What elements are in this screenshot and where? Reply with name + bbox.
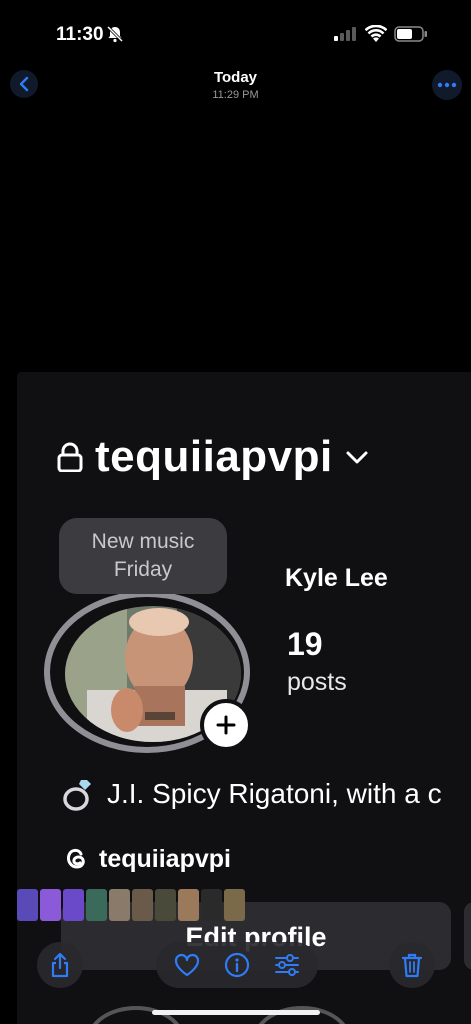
sticker [109,889,130,921]
threads-link[interactable]: tequiiapvpi [61,844,231,874]
ring-icon [63,780,91,811]
sticker [224,889,245,921]
add-story-button[interactable] [200,699,252,751]
threads-icon [67,848,85,869]
sticker [17,889,38,921]
wifi-icon [365,25,387,42]
username-row: tequiiapvpi [57,432,369,482]
display-name: Kyle Lee [285,564,388,592]
adjust-icon[interactable] [274,953,300,977]
battery-icon [394,26,427,42]
sticker [201,889,222,921]
bell-slash-icon [106,25,124,43]
status-bar: 11:30 [0,0,471,64]
sticker [40,889,61,921]
info-icon[interactable] [224,952,250,978]
note-bubble[interactable]: New music Friday [59,518,227,594]
posts-count: 19 [287,626,323,662]
note-line-2: Friday [113,558,173,581]
highlight-circle [253,1006,351,1024]
profile-username: tequiiapvpi [95,432,333,481]
highlight-circle [87,1006,185,1024]
note-line-1: New music [91,530,195,553]
home-indicator[interactable] [152,1010,320,1015]
share-button[interactable] [37,942,83,988]
sticker [63,889,84,921]
sticker [178,889,199,921]
plus-icon [216,715,236,735]
bio-text: J.I. Spicy Rigatoni, with a c [107,778,442,809]
trash-icon [401,953,423,978]
share-icon [51,952,69,978]
header-subtitle: 11:29 PM [212,89,259,101]
posts-label: posts [287,668,347,696]
sticker [155,889,176,921]
header-title: Today [213,69,258,86]
more-button[interactable] [432,70,462,100]
ellipsis-icon [437,82,457,88]
threads-handle: tequiiapvpi [99,844,231,873]
lock-icon [57,442,83,472]
photo-content: tequiiapvpi New music Friday Kyle Lee 19… [17,372,471,1024]
delete-button[interactable] [389,942,435,988]
share-profile-button[interactable] [464,902,471,970]
sticker [132,889,153,921]
sticker-strip [17,889,257,923]
status-time: 11:30 [56,24,104,45]
cellular-signal-icon [334,27,356,41]
sticker [86,889,107,921]
heart-icon[interactable] [174,953,200,977]
chevron-down-icon [346,451,368,464]
photo-actions [156,942,318,988]
profile-bio: J.I. Spicy Rigatoni, with a c [61,776,442,812]
